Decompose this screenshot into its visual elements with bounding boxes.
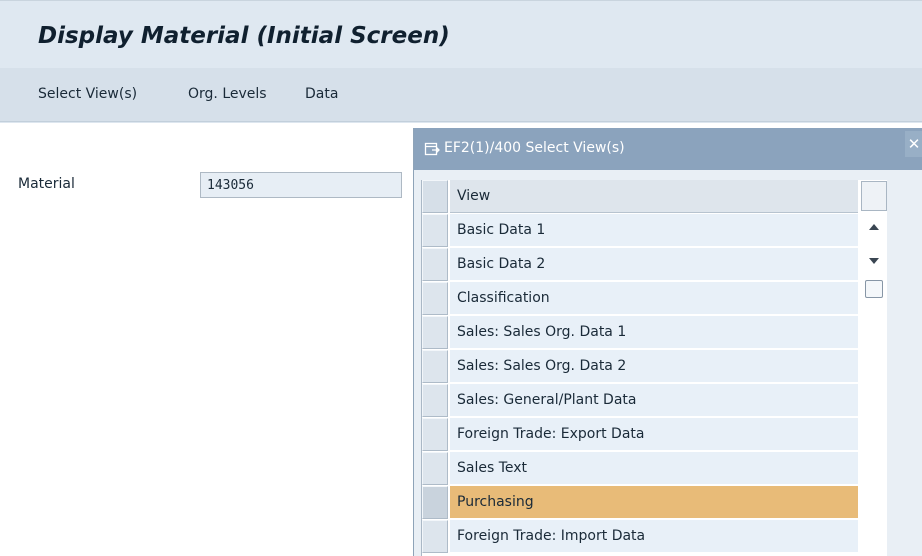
- close-icon[interactable]: ✕: [905, 131, 922, 157]
- row-selector[interactable]: [422, 486, 448, 519]
- scroll-up-icon[interactable]: [869, 224, 879, 230]
- view-item[interactable]: Purchasing: [450, 486, 858, 519]
- page-title: Display Material (Initial Screen): [38, 23, 450, 49]
- table-row: Sales: Sales Org. Data 2: [422, 350, 887, 384]
- views-table: View Basic Data 1 Basic Data 2 Classific…: [421, 180, 887, 556]
- scroll-thumb[interactable]: [865, 280, 883, 298]
- material-input[interactable]: 143056: [200, 172, 402, 198]
- row-selector[interactable]: [422, 214, 448, 247]
- select-views-dialog: EF2(1)/400 Select View(s) ✕ View Basic D…: [413, 128, 922, 556]
- menu-item-select-views[interactable]: Select View(s): [38, 86, 137, 102]
- dialog-window-icon: [424, 142, 440, 156]
- view-item[interactable]: Basic Data 1: [450, 214, 858, 247]
- table-row: Classification: [422, 282, 887, 316]
- view-item[interactable]: Foreign Trade: Import Data: [450, 520, 858, 553]
- app-header: Display Material (Initial Screen): [0, 0, 922, 68]
- view-item[interactable]: Sales Text: [450, 452, 858, 485]
- view-item[interactable]: Basic Data 2: [450, 248, 858, 281]
- table-row: Basic Data 1: [422, 214, 887, 248]
- view-item[interactable]: Sales: General/Plant Data: [450, 384, 858, 417]
- row-selector[interactable]: [422, 350, 448, 383]
- vertical-scrollbar[interactable]: [860, 180, 887, 556]
- menu-item-data[interactable]: Data: [305, 86, 338, 102]
- view-item[interactable]: Sales: Sales Org. Data 1: [450, 316, 858, 349]
- table-header-row: View: [422, 180, 887, 214]
- table-row: Foreign Trade: Import Data: [422, 520, 887, 554]
- table-row: Sales Text: [422, 452, 887, 486]
- menu-bar: Select View(s) Org. Levels Data: [0, 68, 922, 122]
- table-row: Sales: General/Plant Data: [422, 384, 887, 418]
- table-row: Basic Data 2: [422, 248, 887, 282]
- view-item[interactable]: Sales: Sales Org. Data 2: [450, 350, 858, 383]
- table-row: Sales: Sales Org. Data 1: [422, 316, 887, 350]
- row-selector[interactable]: [422, 384, 448, 417]
- menu-item-org-levels[interactable]: Org. Levels: [188, 86, 267, 102]
- row-selector[interactable]: [422, 316, 448, 349]
- view-item[interactable]: Classification: [450, 282, 858, 315]
- row-selector[interactable]: [422, 520, 448, 553]
- row-selector[interactable]: [422, 248, 448, 281]
- row-selector[interactable]: [422, 282, 448, 315]
- scroll-down-icon[interactable]: [869, 258, 879, 264]
- select-all-cell[interactable]: [422, 180, 448, 213]
- view-item[interactable]: Foreign Trade: Export Data: [450, 418, 858, 451]
- table-row: Foreign Trade: Export Data: [422, 418, 887, 452]
- row-selector[interactable]: [422, 452, 448, 485]
- table-row-highlighted: Purchasing: [422, 486, 887, 520]
- dialog-title: EF2(1)/400 Select View(s): [444, 140, 625, 156]
- dialog-titlebar[interactable]: EF2(1)/400 Select View(s) ✕: [414, 128, 922, 170]
- row-selector[interactable]: [422, 418, 448, 451]
- column-settings-box[interactable]: [861, 181, 887, 211]
- material-label: Material: [18, 176, 75, 192]
- column-header-view: View: [450, 180, 858, 213]
